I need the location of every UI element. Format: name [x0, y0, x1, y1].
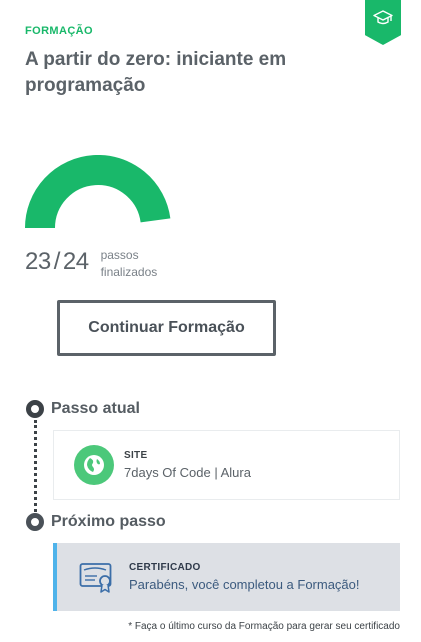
continue-formation-button[interactable]: Continuar Formação — [57, 300, 276, 356]
progress-gauge — [25, 155, 171, 229]
progress-count: 23/24 — [25, 246, 89, 278]
progress-summary: 23/24 passos finalizados — [25, 246, 181, 281]
current-step-dot — [26, 400, 44, 418]
timeline-connector — [34, 420, 37, 512]
current-step-card[interactable]: SITE 7days Of Code | Alura — [53, 430, 400, 500]
progress-completed: 23 — [25, 248, 51, 275]
current-step-name: 7days Of Code | Alura — [124, 465, 251, 480]
certificate-icon — [79, 563, 112, 593]
next-step-dot — [26, 513, 44, 531]
progress-separator: / — [53, 248, 61, 275]
current-step-title: Passo atual — [51, 400, 140, 417]
current-step-type: SITE — [124, 450, 148, 461]
next-step-message: Parabéns, você completou a Formação! — [129, 577, 360, 592]
page-title: A partir do zero: iniciante em programaç… — [25, 49, 287, 96]
certificate-footnote: * Faça o último curso da Formação para g… — [128, 621, 400, 632]
globe-icon — [74, 445, 114, 485]
formation-badge — [365, 0, 401, 45]
progress-total: 24 — [62, 248, 89, 275]
progress-gauge-arc — [25, 155, 171, 229]
next-step-type: CERTIFICADO — [129, 562, 201, 573]
next-step-title: Próximo passo — [51, 513, 166, 530]
category-label: FORMAÇÃO — [25, 25, 93, 37]
progress-caption: passos finalizados — [100, 248, 158, 279]
graduation-cap-icon — [373, 10, 393, 25]
next-step-card[interactable]: CERTIFICADO Parabéns, você completou a F… — [53, 543, 400, 611]
